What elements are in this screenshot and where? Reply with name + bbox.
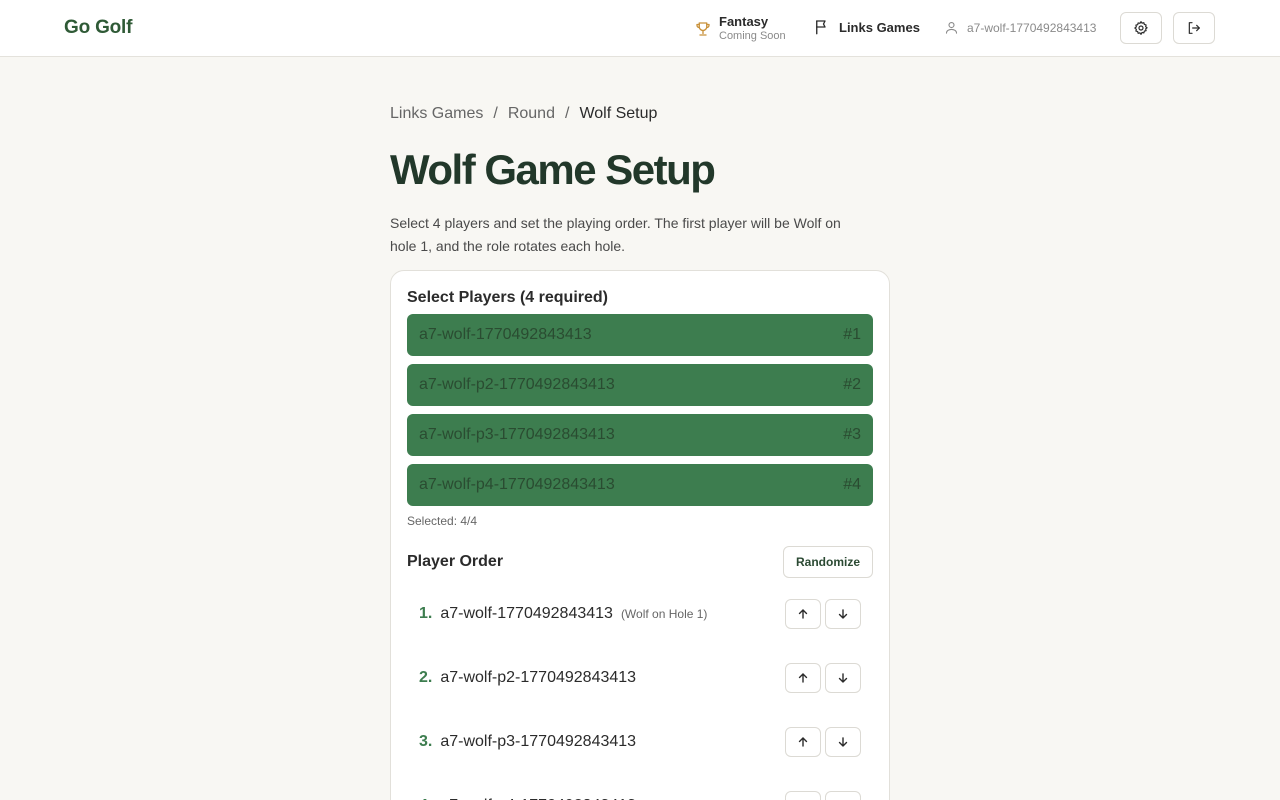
- player-order-badge: #2: [843, 376, 861, 393]
- wolf-note: (Wolf on Hole 1): [620, 607, 708, 621]
- nav-fantasy-label: Fantasy: [719, 14, 769, 29]
- user-name: a7-wolf-1770492843413: [967, 20, 1097, 35]
- player-name: a7-wolf-p3-1770492843413: [419, 426, 615, 443]
- breadcrumb-round[interactable]: Round: [508, 105, 555, 123]
- player-option[interactable]: a7-wolf-p2-1770492843413 #2: [407, 364, 873, 406]
- gear-icon: [1134, 21, 1148, 35]
- order-player-name: a7-wolf-p3-1770492843413: [440, 733, 637, 750]
- move-up-button[interactable]: [785, 791, 821, 800]
- brand-logo[interactable]: Go Golf: [64, 17, 132, 39]
- move-up-button[interactable]: [785, 663, 821, 693]
- order-player-name: a7-wolf-p2-1770492843413: [440, 669, 637, 686]
- wolf-setup-card: Select Players (4 required) a7-wolf-1770…: [390, 270, 890, 800]
- order-row: 1. a7-wolf-1770492843413 (Wolf on Hole 1…: [407, 582, 873, 646]
- player-order-list: 1. a7-wolf-1770492843413 (Wolf on Hole 1…: [407, 582, 873, 800]
- player-order-badge: #4: [843, 476, 861, 493]
- arrow-down-icon: [838, 673, 848, 683]
- move-down-button[interactable]: [825, 791, 861, 800]
- move-down-button[interactable]: [825, 599, 861, 629]
- order-row: 3. a7-wolf-p3-1770492843413: [407, 710, 873, 774]
- move-up-button[interactable]: [785, 599, 821, 629]
- nav-links-label: Links Games: [839, 19, 920, 35]
- breadcrumb: Links Games / Round / Wolf Setup: [390, 100, 890, 128]
- player-list: a7-wolf-1770492843413 #1 a7-wolf-p2-1770…: [407, 314, 873, 506]
- randomize-button[interactable]: Randomize: [782, 546, 873, 578]
- top-navbar: Go Golf Fantasy Coming Soon Links Games …: [0, 0, 1280, 57]
- player-order-badge: #3: [843, 426, 861, 443]
- player-name: a7-wolf-1770492843413: [419, 326, 592, 343]
- player-option[interactable]: a7-wolf-p3-1770492843413 #3: [407, 414, 873, 456]
- breadcrumb-current: Wolf Setup: [579, 105, 658, 122]
- order-row: 4. a7-wolf-p4-1770492843413: [407, 774, 873, 800]
- order-index: 3.: [419, 733, 433, 750]
- arrow-up-icon: [798, 609, 808, 619]
- arrow-down-icon: [838, 609, 848, 619]
- order-player-name: a7-wolf-1770492843413: [440, 605, 613, 622]
- page-description: Select 4 players and set the playing ord…: [390, 215, 841, 254]
- nav-fantasy[interactable]: Fantasy Coming Soon: [694, 14, 786, 43]
- selected-count: Selected: 4/4: [407, 514, 478, 528]
- page-title: Wolf Game Setup: [390, 146, 716, 193]
- breadcrumb-separator: /: [493, 105, 498, 122]
- move-up-button[interactable]: [785, 727, 821, 757]
- player-order-header: Player Order Randomize: [407, 546, 873, 578]
- logout-button[interactable]: [1173, 12, 1215, 44]
- arrow-up-icon: [798, 673, 808, 683]
- arrow-down-icon: [838, 737, 848, 747]
- nav-links-games[interactable]: Links Games: [813, 18, 920, 36]
- move-down-button[interactable]: [825, 727, 861, 757]
- player-order-title: Player Order: [407, 553, 504, 570]
- user-menu[interactable]: a7-wolf-1770492843413: [944, 20, 1096, 35]
- logout-icon: [1188, 22, 1200, 34]
- arrow-up-icon: [798, 737, 808, 747]
- order-row: 2. a7-wolf-p2-1770492843413: [407, 646, 873, 710]
- breadcrumb-links-games[interactable]: Links Games: [390, 105, 483, 123]
- order-index: 1.: [419, 605, 433, 622]
- move-down-button[interactable]: [825, 663, 861, 693]
- flag-icon: [816, 20, 826, 35]
- breadcrumb-separator: /: [564, 105, 570, 122]
- player-option[interactable]: a7-wolf-1770492843413 #1: [407, 314, 873, 356]
- trophy-icon: [696, 21, 710, 36]
- settings-button[interactable]: [1120, 12, 1162, 44]
- player-name: a7-wolf-p4-1770492843413: [419, 476, 615, 493]
- player-name: a7-wolf-p2-1770492843413: [419, 376, 615, 393]
- nav-fantasy-sublabel: Coming Soon: [719, 30, 786, 42]
- player-order-badge: #1: [843, 326, 861, 343]
- order-index: 2.: [419, 669, 433, 686]
- player-option[interactable]: a7-wolf-p4-1770492843413 #4: [407, 464, 873, 506]
- main-content: Links Games / Round / Wolf Setup Wolf Ga…: [390, 100, 890, 258]
- user-icon: [945, 21, 958, 34]
- select-players-title: Select Players (4 required): [407, 289, 608, 306]
